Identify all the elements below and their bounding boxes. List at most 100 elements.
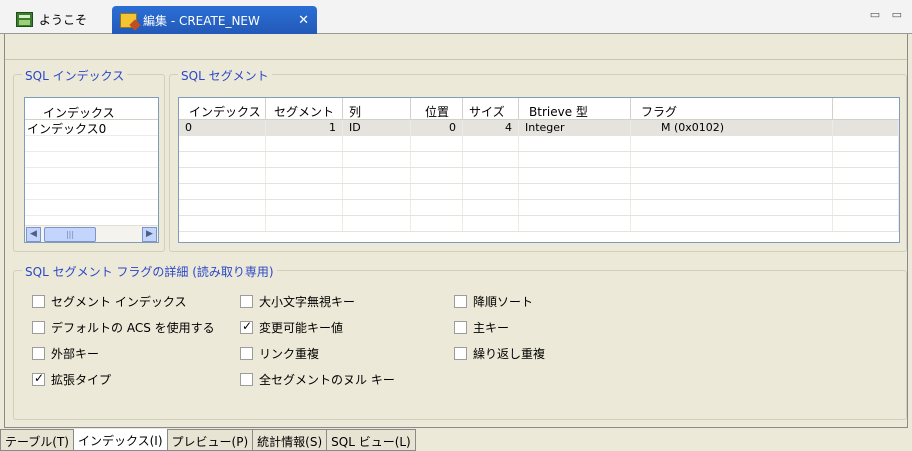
flag-checkbox-item[interactable]: デフォルトの ACS を使用する (32, 319, 215, 336)
table-cell (833, 136, 899, 151)
window-controls[interactable]: ▭ ▭ (870, 8, 906, 21)
segment-table: インデックス セグメント 列 位置 サイズ Btrieve 型 フラグ 0 1 ID… (178, 97, 900, 243)
column-header-btrieve-type[interactable]: Btrieve 型 (519, 98, 631, 119)
flag-label: 変更可能キー値 (259, 321, 344, 335)
table-cell-size: 4 (463, 120, 519, 135)
table-cell-flags (631, 216, 833, 231)
table-cell-flags (631, 136, 833, 151)
checkbox-unchecked[interactable] (454, 321, 467, 334)
table-cell-size (463, 200, 519, 215)
table-cell-flags (631, 184, 833, 199)
table-cell (833, 152, 899, 167)
bottom-tab[interactable]: プレビュー(P) (167, 429, 254, 451)
table-cell-size (463, 216, 519, 231)
column-header-segment[interactable]: セグメント (266, 98, 343, 119)
table-cell-type (519, 184, 631, 199)
segment-table-header: インデックス セグメント 列 位置 サイズ Btrieve 型 フラグ (179, 98, 899, 120)
checkbox-unchecked[interactable] (454, 295, 467, 308)
flag-checkbox-item[interactable]: 外部キー (32, 345, 99, 362)
flag-checkbox-item[interactable]: 拡張タイプ (32, 371, 111, 388)
tab-welcome[interactable]: ようこそ (8, 6, 106, 32)
sql-segment-legend: SQL セグメント (178, 67, 272, 84)
flag-checkbox-item[interactable]: セグメント インデックス (32, 293, 186, 310)
flag-checkbox-item[interactable]: 主キー (454, 319, 509, 336)
checkbox-checked[interactable] (32, 371, 45, 386)
checkbox-unchecked[interactable] (240, 295, 253, 308)
table-cell-index (179, 136, 266, 151)
table-row[interactable]: 0 1 ID 0 4 Integer M (0x0102) (179, 120, 899, 136)
flag-checkbox-item[interactable]: リンク重複 (240, 345, 319, 362)
bottom-tab[interactable]: 統計情報(S) (253, 429, 328, 451)
sql-segment-group: SQL セグメント インデックス セグメント 列 位置 サイズ Btrieve … (169, 67, 907, 252)
index-list-header[interactable]: インデックス (25, 98, 158, 120)
column-header-size[interactable]: サイズ (463, 98, 519, 119)
editor-panel: SQL インデックス インデックス インデックス0 ◀ ||| ▶ SQL セグ… (4, 34, 908, 428)
tab-edit-create-new[interactable]: 編集 - CREATE_NEW ✕ (112, 6, 317, 34)
table-cell-flags (631, 152, 833, 167)
scroll-right-icon[interactable]: ▶ (142, 227, 157, 242)
scrollbar-thumb[interactable]: ||| (44, 227, 96, 242)
flag-checkbox-item[interactable]: 繰り返し重複 (454, 345, 545, 362)
column-header-index[interactable]: インデックス (179, 98, 266, 119)
table-cell-position (411, 168, 463, 183)
checkbox-unchecked[interactable] (32, 295, 45, 308)
welcome-icon (16, 11, 33, 27)
table-cell-position: 0 (411, 120, 463, 135)
bottom-tab-bar: テーブル(T) インデックス(I) プレビュー(P) 統計情報(S) SQL ビュー(L… (0, 429, 912, 451)
index-list-item[interactable]: インデックス0 (25, 120, 158, 136)
column-header-column[interactable]: 列 (343, 98, 411, 119)
bottom-tab[interactable]: インデックス(I) (73, 429, 168, 451)
table-cell-position (411, 136, 463, 151)
close-icon[interactable]: ✕ (298, 13, 309, 28)
flag-label: 大小文字無視キー (259, 295, 356, 309)
flag-label: デフォルトの ACS を使用する (51, 321, 215, 335)
column-header-flags[interactable]: フラグ (631, 98, 833, 119)
table-cell-segment (266, 136, 343, 151)
table-cell-segment (266, 152, 343, 167)
flag-label: 拡張タイプ (51, 373, 112, 387)
editor-tab-strip: ようこそ 編集 - CREATE_NEW ✕ ▭ ▭ (0, 0, 912, 34)
sql-index-legend: SQL インデックス (22, 67, 128, 84)
table-cell-type: Integer (519, 120, 631, 135)
checkbox-checked[interactable] (240, 319, 253, 334)
checkbox-unchecked[interactable] (32, 347, 45, 360)
column-header-filler (833, 98, 899, 119)
bottom-tab[interactable]: SQL ビュー(L) (327, 429, 416, 451)
sql-index-group: SQL インデックス インデックス インデックス0 ◀ ||| ▶ (13, 67, 165, 252)
checkbox-unchecked[interactable] (240, 373, 253, 386)
index-list-empty-row (25, 136, 158, 152)
index-list-scrollbar[interactable]: ◀ ||| ▶ (25, 225, 158, 242)
table-cell-column (343, 216, 411, 231)
table-cell-column (343, 184, 411, 199)
table-cell-size (463, 184, 519, 199)
table-cell (833, 200, 899, 215)
tab-welcome-label: ようこそ (39, 12, 88, 27)
table-cell-position (411, 216, 463, 231)
flag-checkbox-item[interactable]: 大小文字無視キー (240, 293, 355, 310)
checkbox-unchecked[interactable] (240, 347, 253, 360)
table-cell-segment (266, 200, 343, 215)
checkbox-unchecked[interactable] (454, 347, 467, 360)
flag-label: 全セグメントのヌル キー (259, 373, 395, 387)
table-empty-row (179, 200, 899, 216)
table-cell-segment: 1 (266, 120, 343, 135)
table-cell-index (179, 184, 266, 199)
table-cell-segment (266, 216, 343, 231)
table-empty-row (179, 168, 899, 184)
scroll-left-icon[interactable]: ◀ (26, 227, 41, 242)
table-cell-position (411, 200, 463, 215)
table-empty-row (179, 184, 899, 200)
index-list-empty-row (25, 152, 158, 168)
flag-checkbox-item[interactable]: 降順ソート (454, 293, 533, 310)
table-cell-segment (266, 168, 343, 183)
checkbox-unchecked[interactable] (32, 321, 45, 334)
flag-label: 繰り返し重複 (473, 347, 546, 361)
table-cell-flags (631, 168, 833, 183)
column-header-position[interactable]: 位置 (411, 98, 463, 119)
flag-checkbox-item[interactable]: 変更可能キー値 (240, 319, 343, 336)
table-cell (833, 184, 899, 199)
table-cell-index (179, 168, 266, 183)
flag-checkbox-item[interactable]: 全セグメントのヌル キー (240, 371, 395, 388)
index-list[interactable]: インデックス インデックス0 ◀ ||| ▶ (24, 97, 159, 243)
bottom-tab[interactable]: テーブル(T) (0, 429, 74, 451)
